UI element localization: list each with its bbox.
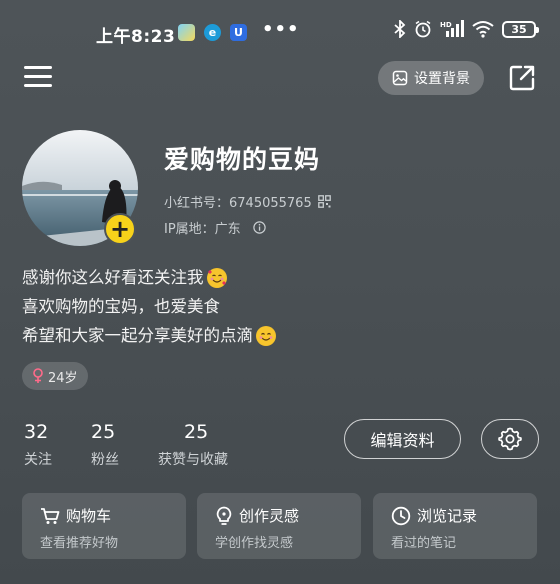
shortcut-cart[interactable]: 购物车 查看推荐好物 <box>22 493 186 559</box>
bio-line: 感谢你这么好看还关注我 <box>22 263 276 292</box>
set-background-button[interactable]: 设置背景 <box>378 61 484 95</box>
age-value: 24岁 <box>48 370 78 386</box>
stat-value: 25 <box>91 421 116 443</box>
browser-app-icon: e <box>204 24 221 41</box>
image-icon <box>392 70 408 86</box>
bluetooth-icon <box>394 20 406 38</box>
stat-followers[interactable]: 25 粉丝 <box>91 421 119 469</box>
system-icons: HD 35 <box>394 20 539 38</box>
shortcut-browsing-history[interactable]: 浏览记录 看过的笔记 <box>373 493 537 559</box>
smiling-face-icon <box>256 325 276 346</box>
stat-following[interactable]: 32 关注 <box>24 421 52 469</box>
shortcut-title: 创作灵感 <box>239 507 300 525</box>
ip-location-row: IP属地：广东 <box>164 218 266 237</box>
battery-indicator: 35 <box>502 20 539 38</box>
shortcut-subtitle: 学创作找灵感 <box>215 536 294 551</box>
shortcut-creation-inspiration[interactable]: 创作灵感 学创作找灵感 <box>197 493 361 559</box>
settings-button[interactable] <box>481 419 539 459</box>
stat-value: 32 <box>24 421 49 443</box>
shortcut-title: 购物车 <box>66 507 112 525</box>
info-icon[interactable] <box>252 221 266 234</box>
age-tag: 24岁 <box>22 362 88 390</box>
add-avatar-button[interactable]: + <box>104 213 136 245</box>
gear-icon <box>498 427 522 451</box>
qr-code-icon[interactable] <box>317 195 331 208</box>
menu-button[interactable] <box>24 66 52 90</box>
nickname: 爱购物的豆妈 <box>164 145 321 174</box>
edit-profile-button[interactable]: 编辑资料 <box>344 419 461 459</box>
lightbulb-icon <box>216 506 232 525</box>
plus-icon: + <box>109 215 131 243</box>
bio-line: 喜欢购物的宝妈，也爱美食 <box>22 297 220 316</box>
stat-label: 获赞与收藏 <box>158 452 228 468</box>
share-button[interactable] <box>508 64 536 92</box>
alarm-icon <box>415 20 431 38</box>
weather-app-icon <box>178 24 195 41</box>
shortcut-subtitle: 看过的笔记 <box>391 536 457 551</box>
cart-icon <box>41 507 60 524</box>
stat-value: 25 <box>184 421 209 443</box>
smiling-face-with-hearts-icon <box>206 267 227 288</box>
status-bar: 上午8:23 e U ••• HD 35 <box>0 0 560 64</box>
ip-location: IP属地：广东 <box>164 222 241 237</box>
stat-label: 粉丝 <box>91 452 119 468</box>
status-time: 上午8:23 <box>96 27 176 47</box>
set-background-label: 设置背景 <box>414 71 470 87</box>
wifi-icon <box>472 21 494 38</box>
security-app-icon: U <box>230 24 247 41</box>
stat-label: 关注 <box>24 452 52 468</box>
shortcut-title: 浏览记录 <box>417 507 478 525</box>
shortcut-subtitle: 查看推荐好物 <box>40 536 119 551</box>
network-hd-label: HD <box>440 21 452 29</box>
stat-likes-and-collections[interactable]: 25 获赞与收藏 <box>158 421 228 469</box>
more-notifications-icon: ••• <box>262 19 300 40</box>
user-id: 小红书号：6745055765 <box>164 196 312 211</box>
share-icon <box>509 65 535 91</box>
female-icon <box>33 368 43 383</box>
user-id-row: 小红书号：6745055765 <box>164 192 331 211</box>
bio: 感谢你这么好看还关注我 喜欢购物的宝妈，也爱美食 希望和大家一起分享美好的点滴 <box>22 263 276 350</box>
signal-icon: HD <box>440 20 464 37</box>
menu-icon <box>24 66 52 69</box>
clock-icon <box>391 506 411 525</box>
bio-line: 希望和大家一起分享美好的点滴 <box>22 321 276 350</box>
